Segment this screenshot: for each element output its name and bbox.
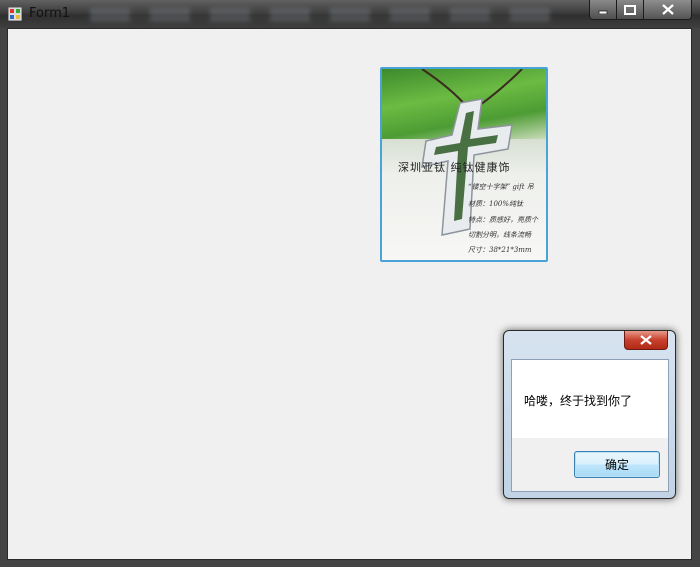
picture-line-5: 尺寸：38*21*3mm [468,246,532,254]
dialog-body: 哈喽，终于找到你了 确定 [511,359,669,492]
picture-line-3: 特点：质感好，亮质个 [468,216,538,224]
blurred-background [90,8,550,22]
picture-line-1: “镂空十字架” gift 吊 [468,183,534,191]
maximize-icon [624,4,636,15]
dialog-message-area: 哈喽，终于找到你了 [512,360,668,438]
picture-box: 深圳亚钛 纯钛健康饰 “镂空十字架” gift 吊 材质：100%纯钛 特点：质… [380,67,548,262]
message-box: 哈喽，终于找到你了 确定 [503,330,676,499]
maximize-button[interactable] [616,0,644,20]
dialog-close-button[interactable] [624,331,668,350]
picture-heading: 深圳亚钛 纯钛健康饰 [398,161,511,174]
main-window: Form1 深圳亚钛 纯钛健康饰 “镂空十字架” gift 吊 材质：100%纯… [0,0,700,567]
picture-line-4: 切割分明，线条流畅 [468,231,531,239]
close-button[interactable] [643,0,692,20]
picture-line-2: 材质：100%纯钛 [468,200,524,208]
close-icon [661,4,674,15]
minimize-button[interactable] [589,0,617,20]
app-icon [8,7,22,21]
ok-button[interactable]: 确定 [574,451,660,478]
title-bar[interactable]: Form1 [0,0,700,28]
minimize-icon [598,10,608,14]
dialog-message: 哈喽，终于找到你了 [524,394,633,408]
close-icon [640,335,652,345]
window-title: Form1 [29,6,71,21]
